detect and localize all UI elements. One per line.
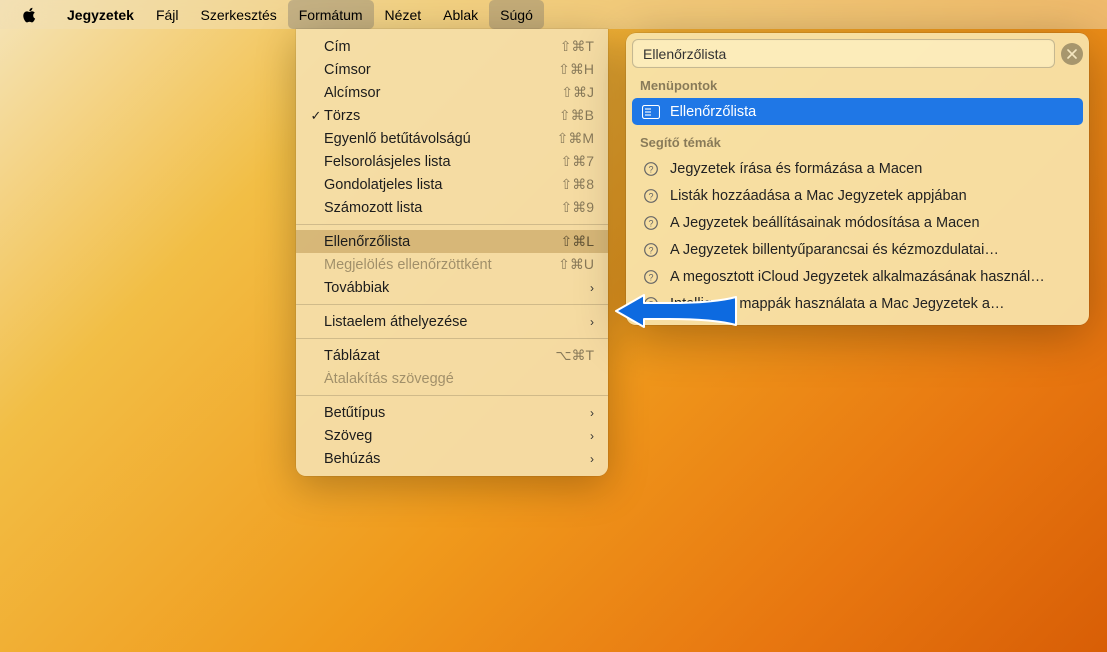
help-topic-icon: ? <box>642 241 660 259</box>
menu-item-numbered-list[interactable]: Számozott lista ⇧⌘9 <box>296 196 608 219</box>
menu-item-mark-checked: Megjelölés ellenőrzöttként ⇧⌘U <box>296 253 608 276</box>
menu-item-table[interactable]: Táblázat ⌥⌘T <box>296 344 608 367</box>
menubar-app-name[interactable]: Jegyzetek <box>56 0 145 29</box>
menu-item-bulleted-list[interactable]: Felsorolásjeles lista ⇧⌘7 <box>296 150 608 173</box>
menu-item-heading[interactable]: Címsor ⇧⌘H <box>296 58 608 81</box>
menu-item-checklist[interactable]: Ellenőrzőlista ⇧⌘L <box>296 230 608 253</box>
help-topic-item[interactable]: ? A Jegyzetek billentyűparancsai és kézm… <box>632 236 1083 263</box>
help-search-input[interactable] <box>632 39 1055 68</box>
menu-separator <box>296 224 608 225</box>
menu-item-subheading[interactable]: Alcímsor ⇧⌘J <box>296 81 608 104</box>
help-topic-icon: ? <box>642 187 660 205</box>
menu-separator <box>296 395 608 396</box>
help-topic-item[interactable]: ? Listák hozzáadása a Mac Jegyzetek appj… <box>632 182 1083 209</box>
svg-text:?: ? <box>648 191 653 201</box>
help-topic-icon: ? <box>642 214 660 232</box>
menu-item-monospaced[interactable]: Egyenlő betűtávolságú ⇧⌘M <box>296 127 608 150</box>
help-menu-item-checklist[interactable]: Ellenőrzőlista <box>632 98 1083 125</box>
help-search-popover: Menüpontok Ellenőrzőlista Segítő témák ?… <box>626 33 1089 325</box>
chevron-right-icon: › <box>580 281 594 295</box>
help-topic-item[interactable]: ? A Jegyzetek beállításainak módosítása … <box>632 209 1083 236</box>
menu-result-icon <box>642 103 660 121</box>
menu-item-dashed-list[interactable]: Gondolatjeles lista ⇧⌘8 <box>296 173 608 196</box>
help-topic-item[interactable]: ? Jegyzetek írása és formázása a Macen <box>632 155 1083 182</box>
menubar-item-view[interactable]: Nézet <box>374 0 433 29</box>
menu-item-body[interactable]: ✓ Törzs ⇧⌘B <box>296 104 608 127</box>
menu-item-indent[interactable]: Behúzás › <box>296 447 608 470</box>
menubar-item-file[interactable]: Fájl <box>145 0 190 29</box>
help-pointer-arrow-icon <box>614 293 739 329</box>
menubar-item-edit[interactable]: Szerkesztés <box>190 0 288 29</box>
chevron-right-icon: › <box>580 406 594 420</box>
menu-item-convert-to-text: Átalakítás szöveggé <box>296 367 608 390</box>
menu-separator <box>296 338 608 339</box>
chevron-right-icon: › <box>580 429 594 443</box>
menu-item-move-list-item[interactable]: Listaelem áthelyezése › <box>296 310 608 333</box>
svg-text:?: ? <box>648 218 653 228</box>
menu-item-more[interactable]: Továbbiak › <box>296 276 608 299</box>
svg-text:?: ? <box>648 272 653 282</box>
menu-separator <box>296 304 608 305</box>
menubar-item-window[interactable]: Ablak <box>432 0 489 29</box>
help-topics-header: Segítő témák <box>632 125 1083 155</box>
svg-text:?: ? <box>648 164 653 174</box>
menubar-item-help[interactable]: Súgó <box>489 0 544 29</box>
menu-item-title[interactable]: Cím ⇧⌘T <box>296 35 608 58</box>
check-icon: ✓ <box>308 108 324 124</box>
menubar-item-format[interactable]: Formátum <box>288 0 374 29</box>
menu-item-text[interactable]: Szöveg › <box>296 424 608 447</box>
apple-menu-icon[interactable] <box>22 7 38 23</box>
clear-search-button[interactable] <box>1061 43 1083 65</box>
menu-item-font[interactable]: Betűtípus › <box>296 401 608 424</box>
help-topic-icon: ? <box>642 160 660 178</box>
format-menu-dropdown: Cím ⇧⌘T Címsor ⇧⌘H Alcímsor ⇧⌘J ✓ Törzs … <box>296 29 608 476</box>
chevron-right-icon: › <box>580 452 594 466</box>
help-topic-item[interactable]: ? A megosztott iCloud Jegyzetek alkalmaz… <box>632 263 1083 290</box>
svg-text:?: ? <box>648 245 653 255</box>
chevron-right-icon: › <box>580 315 594 329</box>
help-topic-icon: ? <box>642 268 660 286</box>
help-menu-items-header: Menüpontok <box>632 68 1083 98</box>
menubar: Jegyzetek Fájl Szerkesztés Formátum Néze… <box>0 0 1107 29</box>
